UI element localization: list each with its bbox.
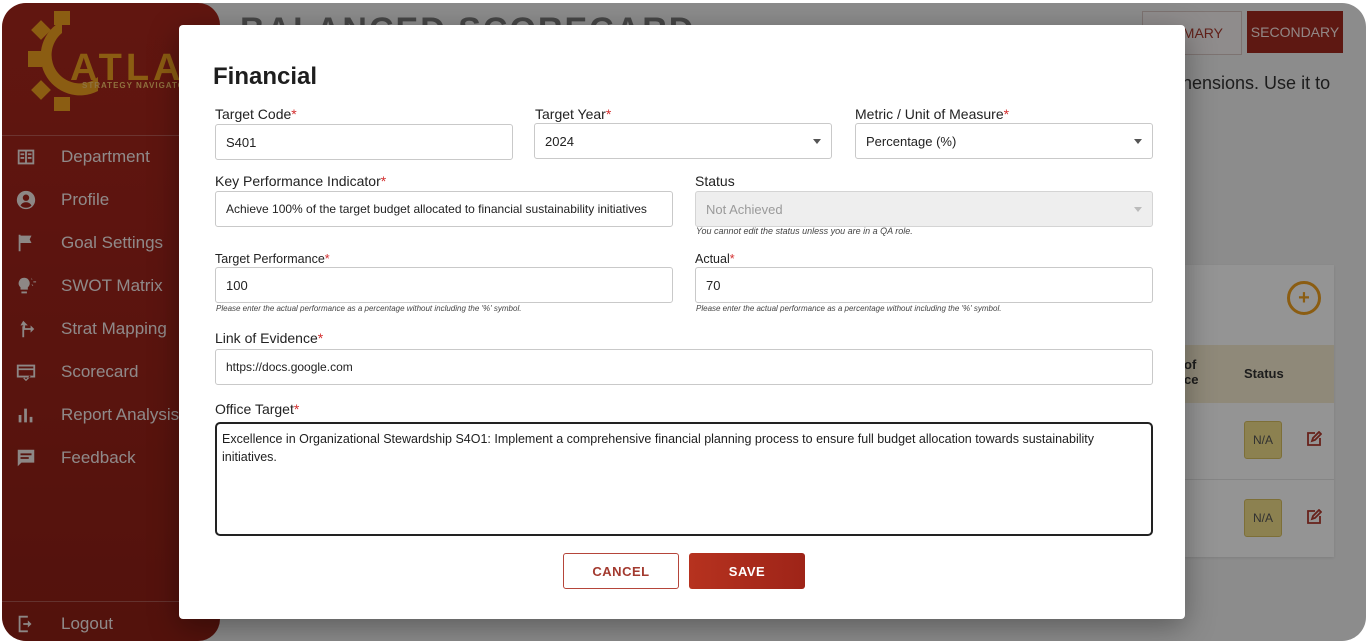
target-code-field[interactable]: S401 xyxy=(215,124,513,160)
evidence-label: Link of Evidence* xyxy=(215,330,324,346)
kpi-field[interactable]: Achieve 100% of the target budget alloca… xyxy=(215,191,673,227)
status-label: Status xyxy=(695,173,735,189)
actual-field[interactable]: 70 xyxy=(695,267,1153,303)
save-button[interactable]: SAVE xyxy=(689,553,805,589)
evidence-link-field[interactable]: https://docs.google.com xyxy=(215,349,1153,385)
target-code-label: Target Code* xyxy=(215,106,297,122)
office-target-label: Office Target* xyxy=(215,401,300,417)
dialog-title: Financial xyxy=(213,63,318,90)
target-performance-label: Target Performance* xyxy=(215,252,330,266)
metric-label: Metric / Unit of Measure* xyxy=(855,106,1010,122)
kpi-label: Key Performance Indicator* xyxy=(215,173,387,189)
office-target-textarea[interactable]: Excellence in Organizational Stewardship… xyxy=(215,422,1153,536)
chevron-down-icon xyxy=(813,139,821,144)
target-performance-hint: Please enter the actual performance as a… xyxy=(216,304,522,313)
actual-hint: Please enter the actual performance as a… xyxy=(696,304,1002,313)
edit-target-dialog: Financial Target Code* S401 Target Year*… xyxy=(179,25,1185,619)
chevron-down-icon xyxy=(1134,207,1142,212)
target-year-label: Target Year* xyxy=(535,106,612,122)
target-performance-field[interactable]: 100 xyxy=(215,267,673,303)
metric-select[interactable]: Percentage (%) xyxy=(855,123,1153,159)
target-year-select[interactable]: 2024 xyxy=(534,123,832,159)
chevron-down-icon xyxy=(1134,139,1142,144)
cancel-button[interactable]: CANCEL xyxy=(563,553,679,589)
actual-label: Actual* xyxy=(695,252,735,266)
app-window: ATLAS STRATEGY NAVIGATOR Department Prof… xyxy=(2,3,1366,641)
status-hint: You cannot edit the status unless you ar… xyxy=(696,226,913,236)
status-select: Not Achieved xyxy=(695,191,1153,227)
